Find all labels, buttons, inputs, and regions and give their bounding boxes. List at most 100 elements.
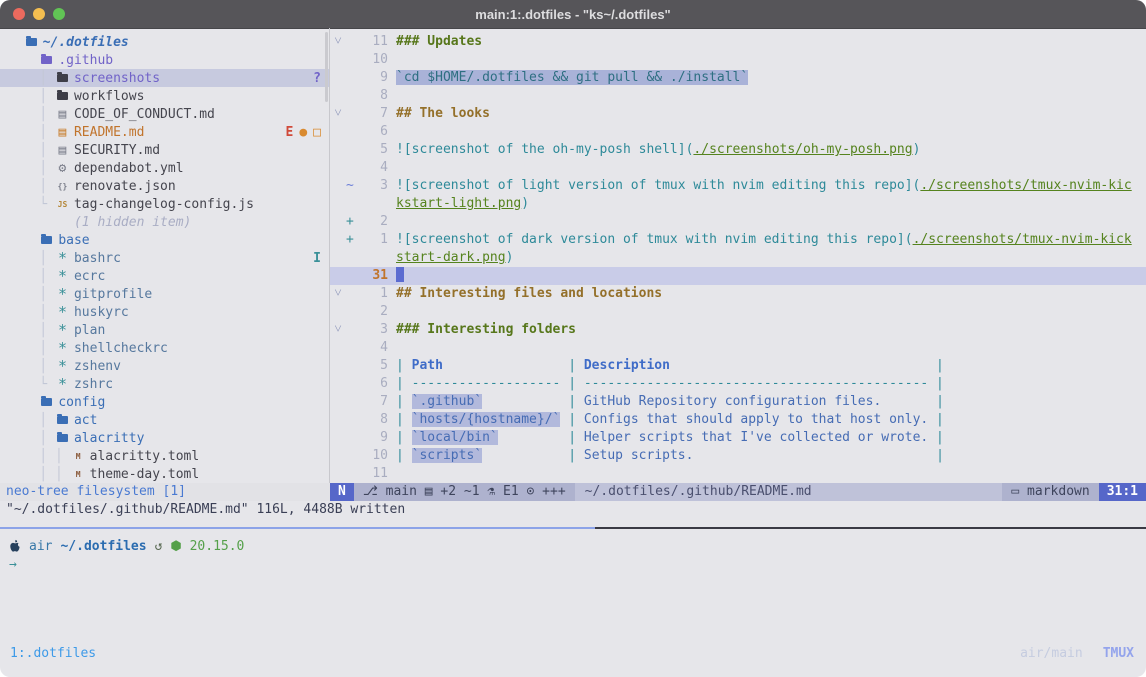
line-text: start-dark.png) [396, 249, 1146, 267]
line-number: 3 [360, 177, 388, 195]
tree-item-shellcheckrc[interactable]: │ *shellcheckrc [0, 339, 329, 357]
tree-item-gitprofile[interactable]: │ *gitprofile [0, 285, 329, 303]
prompt-cwd: ~/.dotfiles [60, 539, 146, 554]
tree-item-label: config [58, 395, 105, 410]
editor-line[interactable]: 8| `hosts/{hostname}/` | Configs that sh… [330, 411, 1146, 429]
indent-guide: │ [8, 287, 55, 302]
editor-line[interactable]: start-dark.png) [330, 249, 1146, 267]
line-text [396, 213, 1146, 231]
editor-line[interactable]: 5| Path | Description | [330, 357, 1146, 375]
tree-item-act[interactable]: │ act [0, 411, 329, 429]
editor-line[interactable]: 6 [330, 123, 1146, 141]
editor-line[interactable]: 6| ------------------- | ---------------… [330, 375, 1146, 393]
zoom-button[interactable] [53, 8, 65, 20]
sign-column [346, 87, 360, 105]
editor-line[interactable]: 31 [330, 267, 1146, 285]
editor-line[interactable]: 9`cd $HOME/.dotfiles && git pull && ./in… [330, 69, 1146, 87]
editor-line[interactable]: 4 [330, 159, 1146, 177]
line-text [396, 465, 1146, 483]
sign-column [346, 267, 360, 285]
editor-line[interactable]: ˅7## The looks [330, 105, 1146, 123]
tmux-pane-divider[interactable] [0, 527, 1146, 529]
line-text [396, 87, 1146, 105]
shell-pane[interactable]: air ~/.dotfiles ↺ ⬢ 20.15.0 → [0, 537, 244, 573]
editor-line[interactable]: +1![screenshot of dark version of tmux w… [330, 231, 1146, 249]
editor-line[interactable]: 4 [330, 339, 1146, 357]
tree-item-label: SECURITY.md [74, 143, 160, 158]
fold-column [330, 411, 346, 429]
fold-marker-icon[interactable]: ˅ [330, 285, 346, 303]
fold-column [330, 429, 346, 447]
line-number: 11 [360, 33, 388, 51]
editor-line[interactable]: ~3![screenshot of light version of tmux … [330, 177, 1146, 195]
tree-item-renovate.json[interactable]: │ {}renovate.json [0, 177, 329, 195]
tree-item-SECURITY.md[interactable]: │ ▤SECURITY.md [0, 141, 329, 159]
editor-line[interactable]: ˅3### Interesting folders [330, 321, 1146, 339]
editor-line[interactable]: 5![screenshot of the oh-my-posh shell](.… [330, 141, 1146, 159]
tree-item-theme-day.toml[interactable]: │ │ Mtheme-day.toml [0, 465, 329, 483]
editor-line[interactable]: ˅11### Updates [330, 33, 1146, 51]
line-text: ![screenshot of dark version of tmux wit… [396, 231, 1146, 249]
tree-item-ecrc[interactable]: │ *ecrc [0, 267, 329, 285]
tree-item-alacritty.toml[interactable]: │ │ Malacritty.toml [0, 447, 329, 465]
editor-line[interactable]: 8 [330, 87, 1146, 105]
tree-item-label: screenshots [74, 71, 160, 86]
fold-marker-icon[interactable]: ˅ [330, 105, 346, 123]
tree-item-.github[interactable]: .github [0, 51, 329, 69]
tree-item-label: renovate.json [74, 179, 176, 194]
file-tree: ~/.dotfiles .github │ screenshots? │ wor… [8, 33, 329, 483]
line-number [360, 249, 388, 267]
sign-column [346, 375, 360, 393]
sign-column [346, 33, 360, 51]
editor-line[interactable]: 10| `scripts` | Setup scripts. | [330, 447, 1146, 465]
git-sign: + [346, 213, 360, 231]
editor-line[interactable]: 9| `local/bin` | Helper scripts that I'v… [330, 429, 1146, 447]
indent-guide: │ [8, 125, 55, 140]
star-icon: * [55, 339, 70, 357]
editor-line[interactable]: 2 [330, 303, 1146, 321]
tmux-window-1[interactable]: 1:.dotfiles [10, 645, 96, 663]
line-text: | `scripts` | Setup scripts. | [396, 447, 1146, 465]
tree-item-dependabot.yml[interactable]: │ ⚙dependabot.yml [0, 159, 329, 177]
tree-item-zshrc[interactable]: └ *zshrc [0, 375, 329, 393]
fold-column [330, 357, 346, 375]
line-number: 5 [360, 141, 388, 159]
tree-item-workflows[interactable]: │ workflows [0, 87, 329, 105]
tree-item-config[interactable]: config [0, 393, 329, 411]
tree-item-CODE_OF_CONDUCT.md[interactable]: │ ▤CODE_OF_CONDUCT.md [0, 105, 329, 123]
tree-item-alacritty[interactable]: │ alacritty [0, 429, 329, 447]
minimize-button[interactable] [33, 8, 45, 20]
fold-marker-icon[interactable]: ˅ [330, 321, 346, 339]
tree-item-label: huskyrc [74, 305, 129, 320]
md-icon: ▤ [55, 123, 70, 141]
editor-line[interactable]: 11 [330, 465, 1146, 483]
folder-icon [55, 411, 70, 429]
tree-item-label: zshrc [74, 377, 113, 392]
editor-line[interactable]: +2 [330, 213, 1146, 231]
apple-icon [9, 539, 21, 553]
tree-item-zshenv[interactable]: │ *zshenv [0, 357, 329, 375]
sign-column [346, 411, 360, 429]
editor-line[interactable]: 7| `.github` | GitHub Repository configu… [330, 393, 1146, 411]
line-number: 31 [360, 267, 388, 285]
line-number: 9 [360, 69, 388, 87]
tree-item-base[interactable]: base [0, 231, 329, 249]
tree-item-README.md[interactable]: │ ▤README.mdE●□ [0, 123, 329, 141]
tree-item-huskyrc[interactable]: │ *huskyrc [0, 303, 329, 321]
tree-item-tag-changelog-config.js[interactable]: └ JStag-changelog-config.js [0, 195, 329, 213]
editor-line[interactable]: 10 [330, 51, 1146, 69]
tree-item-bashrc[interactable]: │ *bashrcI [0, 249, 329, 267]
editor-line[interactable]: ˅1## Interesting files and locations [330, 285, 1146, 303]
fold-column [330, 231, 346, 249]
editor-line[interactable]: kstart-light.png) [330, 195, 1146, 213]
fold-marker-icon[interactable]: ˅ [330, 33, 346, 51]
sign-column [346, 123, 360, 141]
editor-pane[interactable]: ˅11### Updates109`cd $HOME/.dotfiles && … [330, 28, 1146, 483]
neotree-scrollbar[interactable] [325, 32, 328, 102]
tree-item-~.dotfiles[interactable]: ~/.dotfiles [0, 33, 329, 51]
close-button[interactable] [13, 8, 25, 20]
tree-item-plan[interactable]: │ *plan [0, 321, 329, 339]
fold-column [330, 69, 346, 87]
titlebar[interactable]: main:1:.dotfiles - "ks~/.dotfiles" [0, 0, 1146, 29]
tree-item-screenshots[interactable]: │ screenshots? [0, 69, 329, 87]
